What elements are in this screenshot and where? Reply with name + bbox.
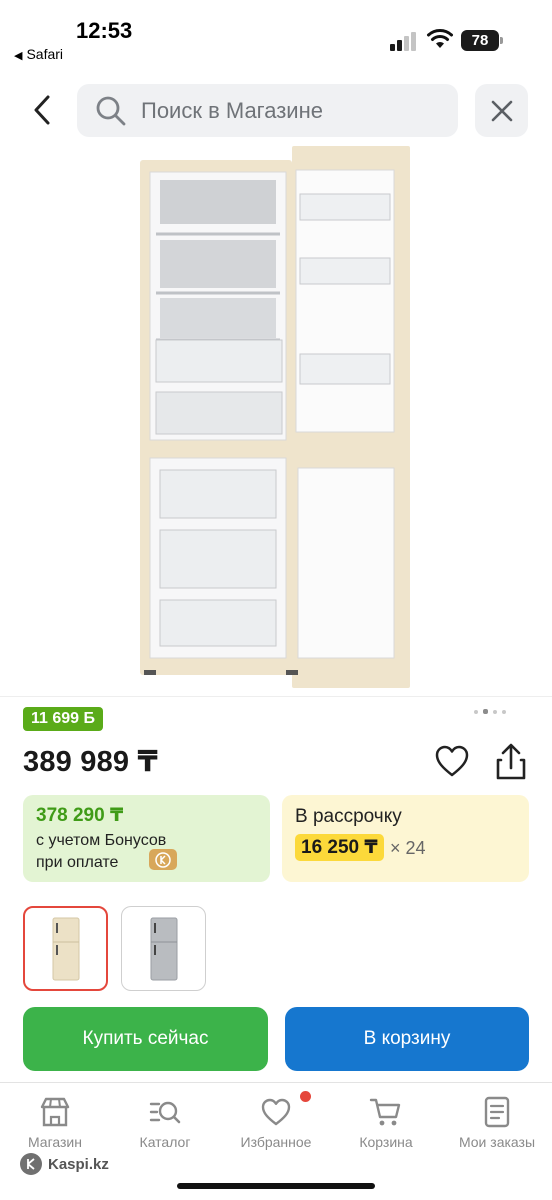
tab-shop[interactable]: Магазин <box>0 1083 110 1163</box>
gallery-dot <box>493 709 497 714</box>
tab-label: Магазин <box>27 1134 82 1150</box>
installment-card[interactable]: В рассрочку 16 250 ₸ × 24 <box>282 795 529 882</box>
shop-icon <box>40 1097 70 1127</box>
gallery-dot <box>502 709 506 714</box>
heart-icon <box>435 745 469 777</box>
back-to-app-link[interactable]: ◀ Safari <box>14 46 63 62</box>
tab-label: Мои заказы <box>458 1134 536 1150</box>
bonus-price-value: 378 290 ₸ <box>36 805 124 826</box>
heart-icon <box>261 1098 291 1126</box>
tab-orders[interactable]: Мои заказы <box>442 1083 552 1163</box>
kaspi-logo-icon <box>20 1153 42 1175</box>
cellular-signal-icon <box>390 31 418 51</box>
installment-title: В рассрочку <box>295 806 402 827</box>
add-to-cart-button[interactable]: В корзину <box>285 1007 529 1071</box>
battery-indicator: 78 <box>461 30 503 51</box>
tab-label: Каталог <box>139 1134 191 1150</box>
share-icon <box>496 743 526 780</box>
tab-catalog[interactable]: Каталог <box>110 1083 220 1163</box>
brand-name: Kaspi.kz <box>48 1155 109 1173</box>
close-icon <box>491 100 512 121</box>
battery-level: 78 <box>461 30 499 51</box>
favorite-button[interactable] <box>433 742 471 780</box>
kaspi-card-icon <box>149 849 177 870</box>
bonus-badge: 11 699 Б <box>23 707 103 731</box>
chevron-left-icon <box>34 95 50 125</box>
back-triangle-icon: ◀ <box>14 50 23 62</box>
back-app-label: Safari <box>26 46 64 62</box>
back-button[interactable] <box>22 90 62 130</box>
favorites-badge <box>300 1091 311 1102</box>
orders-icon <box>484 1096 510 1128</box>
close-search-button[interactable] <box>475 84 528 137</box>
tab-label: Корзина <box>359 1134 413 1150</box>
tab-label: Избранное <box>240 1134 312 1150</box>
variant-beige[interactable] <box>23 906 108 991</box>
tab-cart[interactable]: Корзина <box>331 1083 441 1163</box>
bonus-price-note: с учетом Бонусов <box>36 832 167 849</box>
fridge-beige-thumbnail <box>52 917 79 980</box>
tab-favorites[interactable]: Избранное <box>221 1083 331 1163</box>
fridge-silver-thumbnail <box>150 917 177 980</box>
cart-icon <box>369 1098 401 1126</box>
status-bar: 12:53 ◀ Safari 78 <box>0 0 552 70</box>
divider <box>0 696 552 697</box>
installment-term: × 24 <box>390 838 426 858</box>
buy-now-button[interactable]: Купить сейчас <box>23 1007 268 1071</box>
search-bar[interactable] <box>77 84 458 137</box>
bonus-price-note-2: при оплате <box>36 854 119 871</box>
product-image[interactable] <box>120 140 430 695</box>
gallery-pagination <box>474 709 506 714</box>
wifi-icon <box>427 29 453 48</box>
home-indicator[interactable] <box>177 1183 375 1189</box>
catalog-icon <box>149 1101 181 1124</box>
gallery-dot <box>483 709 488 714</box>
installment-monthly: 16 250 ₸ <box>295 834 384 861</box>
search-icon <box>96 96 126 125</box>
share-button[interactable] <box>492 742 530 782</box>
gallery-dot <box>474 709 478 714</box>
product-price: 389 989 ₸ <box>23 746 158 778</box>
bonus-price-card[interactable]: 378 290 ₸ с учетом Бонусов при оплате <box>23 795 270 882</box>
variant-silver[interactable] <box>121 906 206 991</box>
kaspi-brand: Kaspi.kz <box>20 1153 109 1175</box>
status-time: 12:53 <box>76 18 133 43</box>
search-input[interactable] <box>141 97 431 124</box>
